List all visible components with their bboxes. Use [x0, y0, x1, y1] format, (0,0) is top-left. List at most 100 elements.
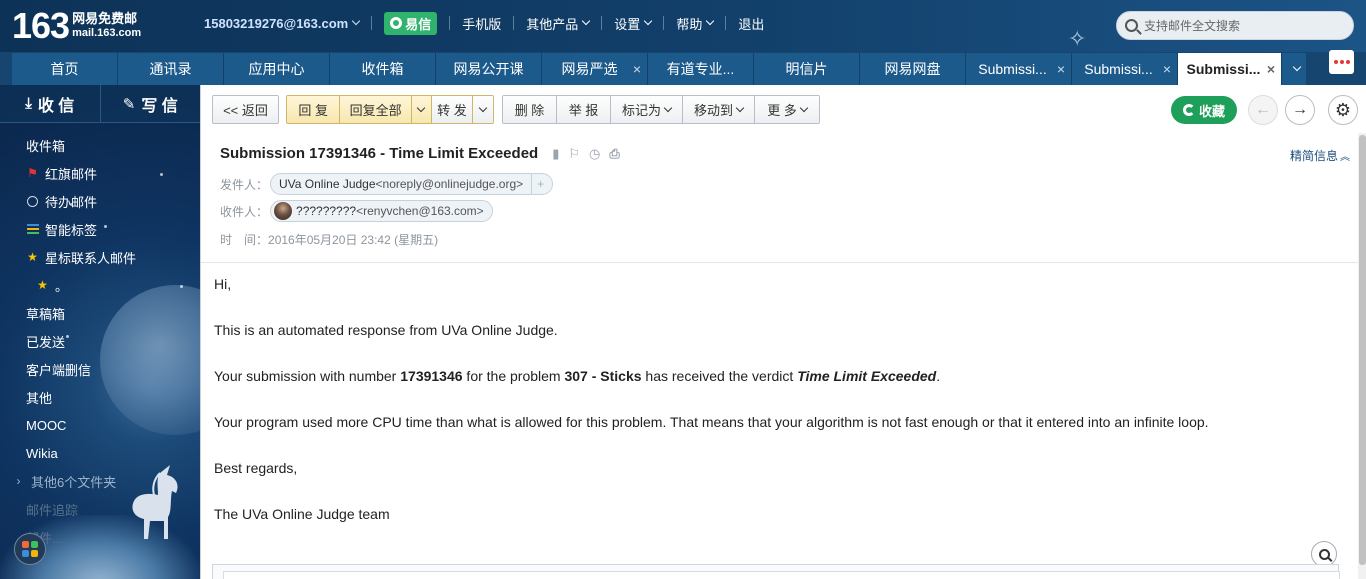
- clock-icon[interactable]: ◷: [589, 146, 600, 162]
- mark-as-button[interactable]: 标记为: [611, 96, 683, 123]
- divider: [601, 16, 603, 30]
- quick-reply-input[interactable]: [223, 571, 1340, 579]
- close-icon[interactable]: ×: [1267, 62, 1275, 76]
- sender-row: 发件人： UVa Online Judge <noreply@onlinejudg…: [220, 173, 554, 195]
- folder-label: 收件箱: [26, 138, 66, 154]
- recipient-label: 收件人：: [220, 204, 269, 219]
- print-icon[interactable]: ⎙: [609, 146, 619, 162]
- app-grid-button[interactable]: [14, 533, 46, 565]
- report-button[interactable]: 举 报: [557, 96, 611, 123]
- action-group: 删 除 举 报 标记为 移动到 更 多: [502, 95, 820, 124]
- tab-bar: 首页 通讯录 应用中心 收件箱 网易公开课 网易严选 × 有道专业... 明信片 …: [0, 52, 1366, 85]
- tab-contacts[interactable]: 通讯录: [118, 53, 224, 85]
- bookmark-icon[interactable]: ▮: [552, 146, 559, 162]
- scrollbar[interactable]: [1358, 133, 1366, 579]
- folder-inbox[interactable]: 收件箱: [0, 131, 200, 159]
- tab-netdisk[interactable]: 网易网盘: [860, 53, 966, 85]
- search-input[interactable]: [1144, 18, 1344, 33]
- scrollbar-thumb[interactable]: [1359, 135, 1366, 565]
- folder-todo[interactable]: 待办邮件: [0, 187, 200, 215]
- reply-all-button[interactable]: 回复全部: [340, 96, 412, 123]
- tab-overflow-button[interactable]: [1282, 53, 1306, 85]
- folder-starred-sub[interactable]: ★。: [0, 271, 200, 299]
- sender-chip[interactable]: UVa Online Judge <noreply@onlinejudge.org…: [270, 173, 554, 195]
- folder-drafts[interactable]: 草稿箱: [0, 299, 200, 327]
- star-icon: ★: [27, 250, 38, 264]
- tab-yanxuan[interactable]: 网易严选 ×: [542, 53, 648, 85]
- settings-button[interactable]: ⚙: [1328, 95, 1358, 125]
- logo-title: 网易免费邮: [72, 11, 138, 26]
- close-icon[interactable]: ×: [633, 62, 641, 76]
- folder-smart-tags[interactable]: 智能标签: [0, 215, 200, 243]
- compose-button[interactable]: ✎ 写 信: [99, 85, 201, 122]
- more-button[interactable]: 更 多: [755, 96, 819, 123]
- time-label: 时 间：: [220, 233, 269, 247]
- mail-body: Hi, This is an automated response from U…: [214, 275, 1354, 551]
- quick-reply-box[interactable]: [212, 564, 1340, 579]
- folder-label: 智能标签: [45, 222, 98, 238]
- collect-button[interactable]: 收藏: [1171, 96, 1237, 124]
- receive-button[interactable]: ⤓ 收 信: [0, 85, 100, 122]
- move-to-button[interactable]: 移动到: [683, 96, 755, 123]
- folder-label: 草稿箱: [26, 306, 66, 322]
- folder-wikia[interactable]: Wikia: [0, 439, 200, 467]
- tab-submission-2[interactable]: Submissi... ×: [1072, 53, 1178, 85]
- folder-client-deleted[interactable]: 客户端删信: [0, 355, 200, 383]
- add-contact-icon[interactable]: +: [531, 174, 544, 194]
- account-menu[interactable]: 15803219276@163.com: [204, 16, 361, 31]
- tab-app-center[interactable]: 应用中心: [224, 53, 330, 85]
- forward-button[interactable]: 转 发: [431, 96, 474, 123]
- mail-logo[interactable]: 163 网易免费邮 mail.163.com: [12, 8, 141, 44]
- folder-mooc[interactable]: MOOC: [0, 411, 200, 439]
- close-icon[interactable]: ×: [1057, 62, 1065, 76]
- delete-button[interactable]: 删 除: [503, 96, 557, 123]
- greeting: Hi,: [214, 276, 232, 292]
- reply-button[interactable]: 回 复: [287, 96, 341, 123]
- previous-mail-button[interactable]: ←: [1248, 95, 1278, 125]
- recipient-chip[interactable]: ????????? <renyvchen@163.com>: [270, 200, 493, 222]
- nav-help[interactable]: 帮助: [676, 14, 715, 33]
- text: has received the verdict: [641, 368, 798, 384]
- back-button[interactable]: << 返回: [212, 95, 279, 124]
- next-mail-button[interactable]: →: [1285, 95, 1315, 125]
- tab-postcard[interactable]: 明信片: [754, 53, 860, 85]
- tab-home[interactable]: 首页: [12, 53, 118, 85]
- folder-label: MOOC: [26, 417, 67, 433]
- tab-submission-active[interactable]: Submissi... ×: [1178, 53, 1282, 85]
- chevron-down-icon: [644, 16, 653, 26]
- close-icon[interactable]: ×: [1163, 62, 1171, 76]
- more-apps-button[interactable]: [1329, 50, 1354, 74]
- nav-logout[interactable]: 退出: [738, 14, 764, 33]
- tab-inbox[interactable]: 收件箱: [330, 53, 436, 85]
- dot: [1339, 60, 1344, 64]
- chevron-down-icon: [706, 16, 715, 26]
- reply-options-button[interactable]: [411, 96, 432, 123]
- folder-label: 客户端删信: [26, 362, 92, 378]
- folder-more-folders[interactable]: › 其他6个文件夹: [0, 467, 200, 495]
- flag-icon[interactable]: ⚐: [568, 146, 580, 162]
- folder-red-flag[interactable]: ⚑ 红旗邮件: [0, 159, 200, 187]
- forward-options-button[interactable]: [473, 96, 493, 123]
- search-icon[interactable]: [1125, 19, 1138, 32]
- nav-other-products[interactable]: 其他产品: [526, 14, 591, 33]
- app-tile: [22, 550, 29, 557]
- yixin-button[interactable]: 易信: [384, 11, 438, 35]
- mail-search[interactable]: [1116, 11, 1354, 40]
- folder-sent[interactable]: 已发送: [0, 327, 200, 355]
- gear-icon: ⚙: [1334, 99, 1352, 120]
- sender-address: <noreply@onlinejudge.org>: [375, 177, 524, 191]
- yixin-icon: [390, 17, 403, 29]
- sender-name: UVa Online Judge: [279, 177, 376, 191]
- nav-mobile[interactable]: 手机版: [462, 14, 501, 33]
- tab-youdao[interactable]: 有道专业...: [648, 53, 754, 85]
- time-row: 时 间： 2016年05月20日 23:42 (星期五): [220, 231, 438, 248]
- folder-other[interactable]: 其他: [0, 383, 200, 411]
- chevron-down-icon: [352, 16, 361, 26]
- nav-settings[interactable]: 设置: [614, 14, 653, 33]
- tab-open-course[interactable]: 网易公开课: [436, 53, 542, 85]
- folder-mail-tracking[interactable]: 邮件追踪: [0, 495, 200, 523]
- folder-starred-contacts[interactable]: ★ 星标联系人邮件: [0, 243, 200, 271]
- tab-submission-1[interactable]: Submissi... ×: [966, 53, 1072, 85]
- brief-info-toggle[interactable]: 精简信息 ︽: [1290, 147, 1350, 164]
- avatar: [274, 202, 293, 220]
